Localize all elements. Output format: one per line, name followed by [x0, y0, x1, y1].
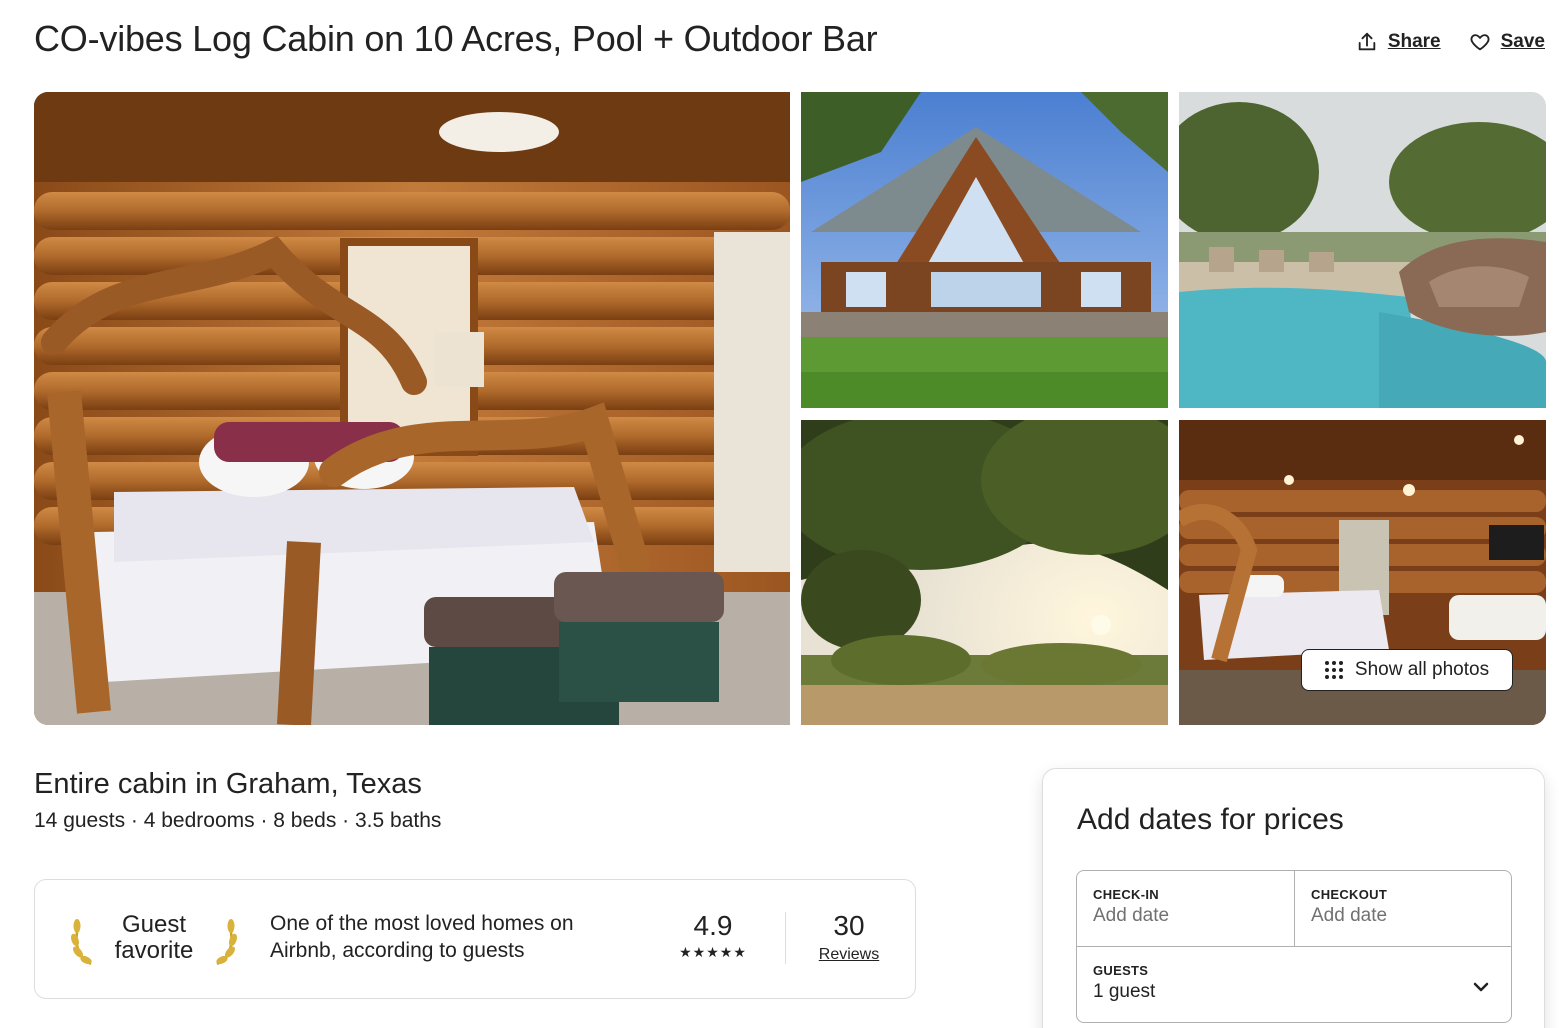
share-icon — [1358, 32, 1376, 51]
checkin-field[interactable]: CHECK-IN Add date — [1077, 871, 1295, 947]
save-button[interactable]: Save — [1469, 31, 1545, 53]
guest-favorite-description: One of the most loved homes on Airbnb, a… — [270, 912, 574, 962]
listing-subtitle: Entire cabin in Graham, Texas — [34, 768, 422, 800]
rating-value: 4.9 — [693, 910, 733, 941]
show-all-photos-button[interactable]: Show all photos — [1301, 649, 1513, 691]
checkin-label: CHECK-IN — [1093, 887, 1159, 902]
laurel-left-icon — [71, 919, 92, 966]
review-count: 30 — [833, 910, 865, 941]
photo-gallery: Show all photos — [34, 92, 1546, 725]
checkout-field[interactable]: CHECKOUT Add date — [1295, 871, 1512, 947]
badge-line-1: Guest — [121, 911, 187, 938]
guests-field[interactable]: GUESTS 1 guest — [1077, 947, 1511, 1023]
listing-actions: Share Save — [1356, 31, 1545, 53]
guests-label: GUESTS — [1093, 963, 1149, 978]
save-label: Save — [1500, 31, 1545, 52]
listing-specs: 14 guests · 4 bedrooms · 8 beds · 3.5 ba… — [34, 809, 442, 832]
show-all-photos-label: Show all photos — [1354, 659, 1490, 680]
chevron-down-icon[interactable] — [1471, 977, 1491, 997]
listing-title: CO-vibes Log Cabin on 10 Acres, Pool + O… — [34, 18, 878, 59]
rating-block: 4.9 ★★★★★ — [663, 910, 763, 961]
booking-card: Add dates for prices CHECK-IN Add date C… — [1042, 768, 1545, 1028]
checkout-value: Add date — [1311, 905, 1388, 926]
checkout-label: CHECKOUT — [1311, 887, 1388, 902]
laurel-right-icon — [216, 919, 237, 966]
grid-dots-icon — [1324, 661, 1343, 679]
booking-title: Add dates for prices — [1077, 803, 1344, 836]
heart-icon — [1470, 34, 1490, 51]
date-guest-picker: CHECK-IN Add date CHECKOUT Add date GUES… — [1076, 870, 1512, 1023]
reviews-block[interactable]: 30 Reviews — [803, 910, 895, 964]
share-button[interactable]: Share — [1356, 31, 1441, 53]
photo-main-bedroom[interactable] — [34, 92, 790, 725]
rating-divider — [785, 912, 786, 964]
guest-favorite-badge: Guest favorite — [71, 912, 237, 968]
share-label: Share — [1387, 31, 1441, 52]
photo-sunset-trees[interactable] — [801, 420, 1168, 725]
photo-pool[interactable] — [1179, 92, 1546, 408]
checkin-value: Add date — [1093, 905, 1170, 926]
reviews-link[interactable]: Reviews — [803, 946, 895, 964]
guest-favorite-title: Guest favorite — [101, 912, 207, 964]
guest-favorite-card[interactable]: Guest favorite One of the most loved hom… — [34, 879, 916, 999]
guests-value: 1 guest — [1093, 981, 1156, 1002]
rating-stars-icon: ★★★★★ — [679, 944, 747, 960]
photo-cabin-exterior[interactable] — [801, 92, 1168, 408]
badge-line-2: favorite — [114, 937, 194, 964]
